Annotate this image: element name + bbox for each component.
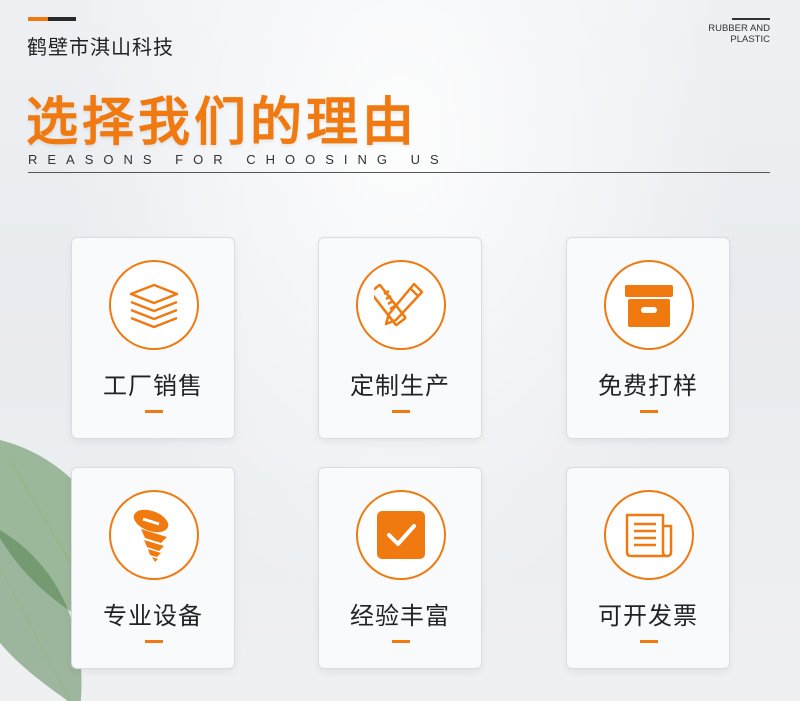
- card-factory-sales: 工厂销售: [71, 237, 235, 439]
- title-divider: [28, 172, 770, 173]
- card-label: 免费打样: [598, 372, 698, 400]
- icon-circle: [604, 260, 694, 350]
- card-professional-equipment: 专业设备: [71, 467, 235, 669]
- invoice-icon: [625, 513, 673, 558]
- card-dash: [640, 640, 658, 643]
- card-label: 可开发票: [598, 602, 698, 630]
- company-name: 鹤壁市淇山科技: [27, 35, 174, 59]
- brand-mark: RUBBER AND PLASTIC: [700, 18, 770, 45]
- storage-box-icon: [625, 285, 673, 327]
- ruler-pencil-icon: [374, 282, 424, 327]
- brand-line2: PLASTIC: [730, 34, 770, 45]
- icon-circle: [604, 490, 694, 580]
- card-dash: [392, 410, 410, 413]
- brand-bar: [732, 18, 770, 20]
- brand-line1: RUBBER AND: [708, 23, 770, 34]
- card-dash: [640, 410, 658, 413]
- card-custom-production: 定制生产: [318, 237, 482, 439]
- page-subtitle: REASONS FOR CHOOSING US: [28, 152, 449, 167]
- icon-circle: [356, 260, 446, 350]
- icon-circle: [356, 490, 446, 580]
- checkbox-icon: [377, 511, 425, 559]
- stacked-layers-icon: [129, 283, 179, 328]
- card-label: 经验丰富: [350, 602, 450, 630]
- card-label: 专业设备: [103, 602, 203, 630]
- card-free-sample: 免费打样: [566, 237, 730, 439]
- card-label: 工厂销售: [103, 372, 203, 400]
- card-dash: [392, 640, 410, 643]
- header-accent-bar: [28, 17, 76, 21]
- card-rich-experience: 经验丰富: [318, 467, 482, 669]
- page-title: 选择我们的理由: [26, 93, 419, 153]
- card-dash: [145, 410, 163, 413]
- card-dash: [145, 640, 163, 643]
- icon-circle: [109, 490, 199, 580]
- card-invoice-available: 可开发票: [566, 467, 730, 669]
- icon-circle: [109, 260, 199, 350]
- screw-icon: [133, 509, 169, 562]
- card-label: 定制生产: [350, 372, 450, 400]
